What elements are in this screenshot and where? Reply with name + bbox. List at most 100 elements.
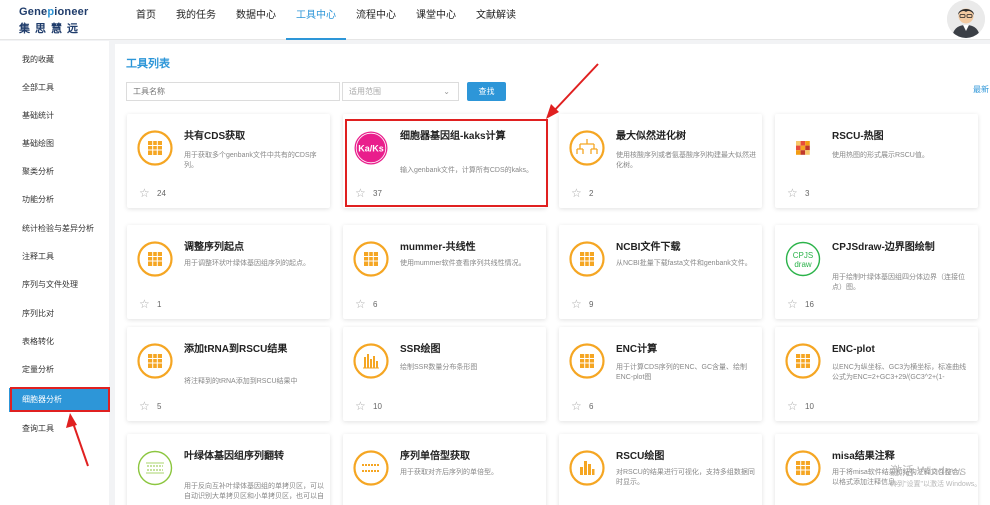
tool-card[interactable]: 共有CDS获取 用于获取多个genbank文件中共有的CDS序列。 ☆ 24 [127, 114, 330, 208]
sidebar-item-annotation[interactable]: 注释工具 [0, 245, 109, 269]
tool-card[interactable]: NCBI文件下载 从NCBI批量下载fasta文件和genbank文件。 ☆ 9 [559, 225, 762, 319]
nav-my-tasks[interactable]: 我的任务 [166, 0, 226, 40]
tool-card-desc: 对RSCU的结果进行可视化，支持多组数据同时显示。 [616, 469, 755, 486]
tool-card-title: 添加tRNA到RSCU结果 [184, 344, 288, 355]
watermark-line2: 转到"设置"以激活 Windows。 [890, 481, 982, 488]
nav-tool-center[interactable]: 工具中心 [286, 0, 346, 40]
sidebar-item-basic-stats[interactable]: 基础统计 [0, 104, 109, 128]
kaks-icon: Ka/Ks [353, 130, 389, 166]
favorite-count: 10 [373, 402, 382, 411]
favorite-count: 6 [373, 300, 378, 309]
tool-card[interactable]: CPJS draw CPJSdraw-边界图绘制 用于绘制叶绿体基因组四分体边界（… [775, 225, 978, 319]
tool-card-title: 细胞器基因组-kaks计算 [400, 131, 506, 142]
tool-card-desc: 输入genbank文件，计算所有CDS的kaks。 [400, 167, 534, 174]
sort-latest-link[interactable]: 最新 [973, 84, 989, 95]
tool-card-title: 共有CDS获取 [184, 131, 246, 142]
tool-card-desc: 使用核酸序列或者氨基酸序列构建最大似然进化树。 [616, 152, 756, 169]
search-button[interactable]: 查找 [467, 82, 506, 101]
heatmap-icon [785, 130, 821, 166]
tool-card-title: ENC-plot [832, 344, 875, 355]
tool-card[interactable]: SSR绘图 绘制SSR数量分布条形图 ☆ 10 [343, 327, 546, 421]
star-icon[interactable]: ☆ [355, 187, 366, 199]
star-icon[interactable]: ☆ [355, 298, 366, 310]
nav-home[interactable]: 首页 [126, 0, 166, 40]
user-avatar[interactable] [947, 0, 985, 38]
tool-card-desc: 将注释到的tRNA添加到RSCU结果中 [184, 378, 298, 385]
sidebar-item-all-tools[interactable]: 全部工具 [0, 76, 109, 100]
tool-card-title: mummer-共线性 [400, 242, 476, 253]
star-icon[interactable]: ☆ [571, 400, 582, 412]
logo-chinese: 集思慧远 [19, 23, 83, 35]
nav-data-center[interactable]: 数据中心 [226, 0, 286, 40]
section-title: 工具列表 [126, 58, 170, 70]
favorite-count: 2 [589, 189, 594, 198]
main-nav: 首页 我的任务 数据中心 工具中心 流程中心 课堂中心 文献解读 [126, 0, 526, 40]
star-icon[interactable]: ☆ [571, 187, 582, 199]
tool-card[interactable]: 叶绿体基因组序列翻转 用于反向互补叶绿体基因组的单拷贝区，可以自动识别大单拷贝区… [127, 434, 330, 505]
sidebar-item-clustering[interactable]: 聚类分析 [0, 160, 109, 184]
favorite-count: 3 [805, 189, 810, 198]
tool-card[interactable]: RSCU-热图 使用热图的形式展示RSCU值。 ☆ 3 [775, 114, 978, 208]
tool-card-title: RSCU绘图 [616, 451, 665, 462]
windows-activation-watermark: 激活 Windows 转到"设置"以激活 Windows。 [890, 462, 990, 489]
sidebar-item-sequence-files[interactable]: 序列与文件处理 [0, 273, 109, 297]
star-icon[interactable]: ☆ [139, 187, 150, 199]
tool-card[interactable]: ENC-plot 以ENC为纵坐标、GC3为横坐标，标准曲线公式为ENC=2+G… [775, 327, 978, 421]
sidebar-item-alignment[interactable]: 序列比对 [0, 302, 109, 326]
tool-card-title: SSR绘图 [400, 344, 441, 355]
nav-workflow-center[interactable]: 流程中心 [346, 0, 406, 40]
tool-card[interactable]: 最大似然进化树 使用核酸序列或者氨基酸序列构建最大似然进化树。 ☆ 2 [559, 114, 762, 208]
favorite-count: 5 [157, 402, 162, 411]
favorite-count: 9 [589, 300, 594, 309]
scope-select[interactable]: 适用范围 ⌄ [342, 82, 459, 101]
star-icon[interactable]: ☆ [139, 400, 150, 412]
tool-card[interactable]: 序列单倍型获取 用于获取对齐后序列的单倍型。 [343, 434, 546, 505]
haplotype-icon [353, 450, 389, 486]
star-icon[interactable]: ☆ [355, 400, 366, 412]
star-icon[interactable]: ☆ [571, 298, 582, 310]
nav-classroom[interactable]: 课堂中心 [406, 0, 466, 40]
tool-card[interactable]: RSCU绘图 对RSCU的结果进行可视化，支持多组数据同时显示。 [559, 434, 762, 505]
sidebar-item-table-convert[interactable]: 表格转化 [0, 330, 109, 354]
tool-card-desc: 从NCBI批量下载fasta文件和genbank文件。 [616, 260, 752, 267]
tool-card-title: 调整序列起点 [184, 242, 244, 253]
table-icon [137, 343, 173, 379]
tool-card[interactable]: 添加tRNA到RSCU结果 将注释到的tRNA添加到RSCU结果中 ☆ 5 [127, 327, 330, 421]
nav-literature[interactable]: 文献解读 [466, 0, 526, 40]
tool-card[interactable]: Ka/Ks 细胞器基因组-kaks计算 输入genbank文件，计算所有CDS的… [343, 114, 546, 208]
tool-card-desc: 用于计算CDS序列的ENC、GC含量、绘制ENC-plot图 [616, 364, 748, 381]
cpjs-icon: CPJS draw [785, 241, 821, 277]
favorite-count: 16 [805, 300, 814, 309]
table-icon [569, 343, 605, 379]
logo[interactable]: Genepioneer 集思慧远 [19, 6, 99, 36]
sidebar-item-favorites[interactable]: 我的收藏 [0, 48, 109, 72]
tool-card-title: 最大似然进化树 [616, 131, 686, 142]
tool-card-title: RSCU-热图 [832, 131, 884, 142]
tool-card-desc: 用于反向互补叶绿体基因组的单拷贝区，可以自动识别大单拷贝区和小单拷贝区，也可以自… [184, 483, 324, 500]
tool-card-desc: 用于绘制叶绿体基因组四分体边界（连接位点）图。 [832, 274, 965, 291]
sidebar-item-quantification[interactable]: 定量分析 [0, 358, 109, 382]
tool-card-title: 叶绿体基因组序列翻转 [184, 451, 284, 462]
cpjs-icon-text-bottom: draw [794, 260, 812, 269]
star-icon[interactable]: ☆ [787, 187, 798, 199]
tool-name-input[interactable] [126, 82, 340, 101]
tool-card-title: NCBI文件下载 [616, 242, 681, 253]
star-icon[interactable]: ☆ [787, 298, 798, 310]
tool-card-desc: 用于获取对齐后序列的单倍型。 [400, 469, 498, 476]
chevron-down-icon: ⌄ [443, 87, 450, 96]
tool-card[interactable]: mummer-共线性 使用mummer软件查看序列共线性情况。 ☆ 6 [343, 225, 546, 319]
star-icon[interactable]: ☆ [787, 400, 798, 412]
favorite-count: 1 [157, 300, 162, 309]
tree-icon [569, 130, 605, 166]
star-icon[interactable]: ☆ [139, 298, 150, 310]
sidebar-item-organelle[interactable]: 细胞器分析 [9, 388, 109, 412]
bar-chart-icon [569, 450, 605, 486]
tool-card[interactable]: ENC计算 用于计算CDS序列的ENC、GC含量、绘制ENC-plot图 ☆ 6 [559, 327, 762, 421]
tool-card-desc: 用于获取多个genbank文件中共有的CDS序列。 [184, 152, 317, 169]
sidebar-item-functional[interactable]: 功能分析 [0, 188, 109, 212]
sidebar-item-stat-tests[interactable]: 统计检验与差异分析 [0, 217, 109, 241]
sidebar-item-basic-plots[interactable]: 基础绘图 [0, 132, 109, 156]
tool-card[interactable]: 调整序列起点 用于调整环状叶绿体基因组序列的起点。 ☆ 1 [127, 225, 330, 319]
table-icon [785, 450, 821, 486]
sidebar-item-query[interactable]: 查询工具 [0, 417, 109, 441]
